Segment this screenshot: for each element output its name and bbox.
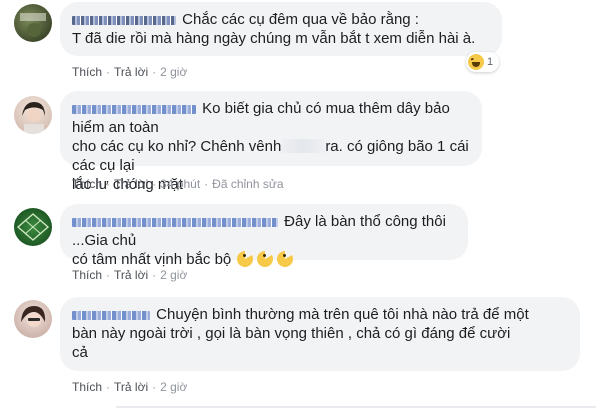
comment-text-line: cho các cụ ko nhỉ? Chênh vênh ra. có giôn… bbox=[72, 138, 469, 174]
separator: · bbox=[152, 268, 157, 282]
comment-text-line: cả bbox=[72, 344, 88, 361]
comment-bubble: Chắc các cụ đêm qua về bảo rằng : T đã d… bbox=[60, 2, 502, 56]
comment-text-line: bàn này ngoài trời , gọi là bàn vọng thi… bbox=[72, 325, 511, 342]
reply-link[interactable]: Trả lời bbox=[114, 177, 148, 191]
divider bbox=[116, 406, 596, 408]
separator: · bbox=[106, 65, 111, 79]
edited-label[interactable]: Đã chỉnh sửa bbox=[212, 177, 283, 191]
reply-link[interactable]: Trả lời bbox=[114, 268, 148, 282]
separator: · bbox=[152, 65, 157, 79]
reply-link[interactable]: Trả lời bbox=[114, 380, 148, 394]
separator: · bbox=[106, 380, 111, 394]
pacman-emoji-icon bbox=[237, 251, 254, 267]
comment-text-line: Đây là bàn thổ công thôi ...Gia chủ bbox=[72, 213, 446, 249]
avatar-image bbox=[16, 213, 50, 241]
separator: · bbox=[204, 177, 209, 191]
avatar-image bbox=[22, 102, 45, 134]
avatar[interactable] bbox=[14, 208, 52, 246]
comment-actions: Thích · Trả lời · 34 phút · Đã chỉnh sửa bbox=[72, 177, 284, 191]
avatar[interactable] bbox=[14, 300, 52, 338]
avatar[interactable] bbox=[14, 96, 52, 134]
timestamp[interactable]: 2 giờ bbox=[160, 65, 187, 79]
timestamp[interactable]: 34 phút bbox=[160, 177, 200, 191]
pacman-emoji-icon bbox=[257, 251, 274, 267]
commenter-name[interactable] bbox=[72, 104, 196, 114]
comment-text-line: Chắc các cụ đêm qua về bảo rằng : bbox=[72, 10, 490, 29]
comment-text-line: T đã die rồi mà hàng ngày chúng m vẫn bắ… bbox=[72, 30, 476, 47]
separator: · bbox=[106, 177, 111, 191]
reply-link[interactable]: Trả lời bbox=[114, 65, 148, 79]
pacman-emoji-icon bbox=[277, 251, 294, 267]
comment-text-line: có tâm nhất vịnh bắc bộ bbox=[72, 250, 456, 269]
commenter-name[interactable] bbox=[72, 15, 176, 25]
comment-bubble: Đây là bàn thổ công thôi ...Gia chủ có t… bbox=[60, 204, 468, 268]
like-link[interactable]: Thích bbox=[72, 380, 102, 394]
comment-actions: Thích · Trả lời · 2 giờ bbox=[72, 380, 187, 394]
comment-bubble: Chuyện bình thường mà trên quê tôi nhà n… bbox=[60, 297, 580, 371]
avatar-image bbox=[20, 13, 46, 37]
commenter-name[interactable] bbox=[72, 217, 278, 227]
reaction-count[interactable]: 1 bbox=[466, 52, 500, 72]
comment-bubble: Ko biết gia chủ có mua thêm dây bảo hiểm… bbox=[60, 91, 482, 193]
like-link[interactable]: Thích bbox=[72, 268, 102, 282]
haha-emoji-icon bbox=[468, 54, 484, 70]
timestamp[interactable]: 2 giờ bbox=[160, 268, 187, 282]
separator: · bbox=[152, 177, 157, 191]
like-link[interactable]: Thích bbox=[72, 65, 102, 79]
reaction-count-value: 1 bbox=[487, 56, 494, 68]
like-link[interactable]: Thích bbox=[72, 177, 102, 191]
comment-text-line: Chuyện bình thường mà trên quê tôi nhà n… bbox=[72, 305, 568, 324]
comment-text-line: Ko biết gia chủ có mua thêm dây bảo hiểm… bbox=[72, 100, 450, 136]
comment-actions: Thích · Trả lời · 2 giờ bbox=[72, 268, 187, 282]
separator: · bbox=[106, 268, 111, 282]
avatar[interactable] bbox=[14, 4, 52, 42]
comment-actions: Thích · Trả lời · 2 giờ bbox=[72, 65, 187, 79]
censored-text bbox=[281, 139, 326, 153]
commenter-name[interactable] bbox=[72, 310, 150, 320]
avatar-image bbox=[21, 306, 46, 327]
timestamp[interactable]: 2 giờ bbox=[160, 380, 187, 394]
separator: · bbox=[152, 380, 157, 394]
